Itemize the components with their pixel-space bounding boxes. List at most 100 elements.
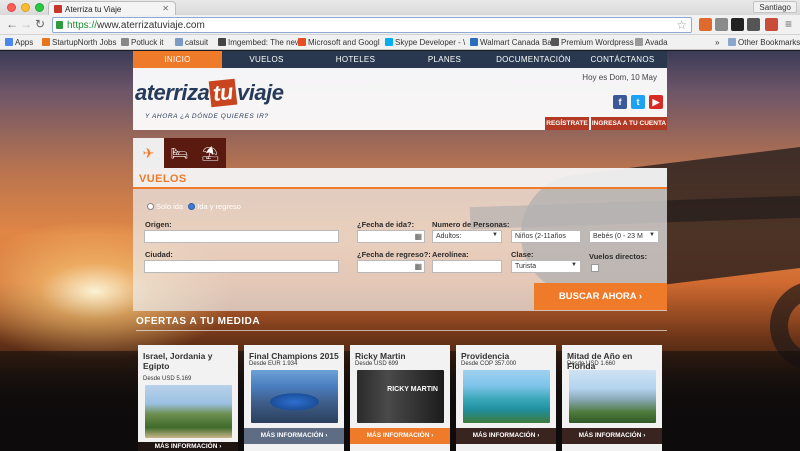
- logo-tu: tu: [208, 78, 238, 108]
- extension-icon[interactable]: [765, 18, 778, 31]
- trip-type: Solo ida Ida y regreso: [147, 202, 241, 211]
- city-input[interactable]: [144, 260, 339, 273]
- browser-tab[interactable]: Aterriza tu Viaje ✕: [48, 1, 176, 15]
- extension-icon[interactable]: [699, 18, 712, 31]
- offer-card[interactable]: Final Champions 2015 Desde EUR 1.934 MÁS…: [244, 345, 344, 451]
- bookmark-item[interactable]: Apps: [5, 38, 33, 47]
- bookmark-icon: [635, 38, 643, 46]
- bookmark-item[interactable]: catsuit: [175, 38, 208, 47]
- beach-umbrella-icon[interactable]: ⛱: [195, 138, 226, 168]
- reload-icon[interactable]: ↻: [35, 18, 45, 30]
- offer-price: Desde USD 1.660: [567, 361, 616, 367]
- bookmark-item[interactable]: Microsoft and Googl: [298, 38, 380, 47]
- bookmark-label: StartupNorth Jobs: [52, 38, 117, 47]
- adults-select[interactable]: Adultos: ▼: [432, 230, 502, 243]
- favicon-icon: [54, 5, 62, 13]
- bookmark-label: Apps: [15, 38, 34, 47]
- address-bar-row: ← → ↻ https://www.aterrizatuviaje.com ☆ …: [0, 15, 800, 35]
- zoom-window-button[interactable]: [35, 3, 44, 12]
- bookmark-label: Walmart Canada Ba: [480, 38, 552, 47]
- bookmark-item[interactable]: StartupNorth Jobs: [42, 38, 116, 47]
- web-page: INICIO VUELOS HOTELES PLANES DOCUMENTACI…: [0, 51, 800, 451]
- profile-button[interactable]: Santiago: [753, 1, 797, 13]
- search-header: VUELOS: [133, 168, 667, 189]
- depart-date-label: ¿Fecha de ida?:: [357, 220, 415, 229]
- offer-image: [463, 370, 550, 423]
- offers-title: OFERTAS A TU MEDIDA: [136, 316, 261, 327]
- search-now-button[interactable]: BUSCAR AHORA ›: [534, 283, 667, 310]
- facebook-icon[interactable]: f: [613, 95, 627, 109]
- bookmark-item[interactable]: Potluck it: [121, 38, 163, 47]
- bookmark-item[interactable]: Premium Wordpress: [551, 38, 634, 47]
- children-select[interactable]: Niños (2-11años: [511, 230, 581, 243]
- radio-one-way[interactable]: [147, 203, 154, 210]
- class-select[interactable]: Turista ▼: [511, 260, 581, 273]
- round-trip-label: Ida y regreso: [197, 202, 241, 211]
- offer-card[interactable]: Providencia Desde COP 357.000 MÁS INFORM…: [456, 345, 556, 451]
- nav-item-inicio[interactable]: INICIO: [133, 51, 222, 68]
- airline-input[interactable]: [432, 260, 502, 273]
- bookmark-star-icon[interactable]: ☆: [676, 18, 687, 32]
- offer-image: RICKY MARTIN: [357, 370, 444, 423]
- more-info-button[interactable]: MÁS INFORMACIÓN ›: [456, 428, 556, 444]
- nav-item-planes[interactable]: PLANES: [400, 51, 489, 68]
- tab-close-icon[interactable]: ✕: [162, 4, 169, 13]
- bookmark-item[interactable]: Avada: [635, 38, 668, 47]
- bookmark-label: Imgembed: The new: [228, 38, 301, 47]
- youtube-icon[interactable]: ▶: [649, 95, 663, 109]
- url-input[interactable]: https://www.aterrizatuviaje.com ☆: [52, 17, 692, 33]
- calendar-icon[interactable]: ▦: [414, 262, 422, 271]
- tagline: Y AHORA ¿A DÓNDE QUIERES IR?: [145, 113, 269, 120]
- bookmarks-overflow-icon[interactable]: »: [715, 38, 719, 47]
- bookmark-item[interactable]: Skype Developer - \: [385, 38, 465, 47]
- bed-icon[interactable]: 🛏: [164, 138, 195, 168]
- nav-item-vuelos[interactable]: VUELOS: [222, 51, 311, 68]
- radio-round-trip[interactable]: [188, 203, 196, 210]
- back-arrow-icon[interactable]: ←: [6, 18, 18, 30]
- offer-card[interactable]: Israel, Jordania y Egipto Desde USD 5.16…: [138, 345, 238, 451]
- bookmark-label: catsuit: [185, 38, 209, 47]
- bookmark-item[interactable]: Walmart Canada Ba: [470, 38, 552, 47]
- image-caption: RICKY MARTIN: [387, 386, 438, 393]
- nav-item-hoteles[interactable]: HOTELES: [311, 51, 400, 68]
- other-bookmarks[interactable]: Other Bookmarks: [728, 38, 800, 47]
- tab-title: Aterriza tu Viaje: [65, 5, 122, 14]
- more-info-button[interactable]: MÁS INFORMACIÓN ›: [244, 428, 344, 444]
- close-window-button[interactable]: [7, 3, 16, 12]
- more-info-button[interactable]: MÁS INFORMACIÓN ›: [350, 428, 450, 444]
- twitter-icon[interactable]: t: [631, 95, 645, 109]
- nav-item-documentacion[interactable]: DOCUMENTACIÓN: [489, 51, 578, 68]
- direct-flights-checkbox[interactable]: [591, 264, 599, 272]
- extension-icon[interactable]: [715, 18, 728, 31]
- url-host: www.aterrizatuviaje.com: [97, 20, 205, 31]
- service-tabs: ✈ 🛏 ⛱: [133, 138, 226, 168]
- nav-item-contactanos[interactable]: CONTÁCTANOS: [578, 51, 667, 68]
- bookmarks-bar: Apps StartupNorth Jobs Potluck it catsui…: [0, 35, 800, 50]
- site-logo[interactable]: aterriza tu viaje: [135, 78, 284, 108]
- forward-arrow-icon[interactable]: →: [20, 18, 32, 30]
- return-date-input[interactable]: ▦: [357, 260, 425, 273]
- origin-input[interactable]: [144, 230, 339, 243]
- folder-icon: [728, 38, 736, 46]
- extension-icon[interactable]: [731, 18, 744, 31]
- calendar-icon[interactable]: ▦: [414, 232, 422, 241]
- bookmark-icon: [5, 38, 13, 46]
- bookmark-label: Microsoft and Googl: [308, 38, 380, 47]
- minimize-window-button[interactable]: [21, 3, 30, 12]
- bookmark-icon: [121, 38, 129, 46]
- depart-date-input[interactable]: ▦: [357, 230, 425, 243]
- offer-card[interactable]: Ricky Martin Desde USD 699 RICKY MARTIN …: [350, 345, 450, 451]
- babies-select[interactable]: Bebés (0 - 23 M ▼: [589, 230, 659, 243]
- airplane-icon[interactable]: ✈: [133, 138, 164, 168]
- register-button[interactable]: REGÍSTRATE: [545, 117, 589, 130]
- more-info-button[interactable]: MÁS INFORMACIÓN ›: [562, 428, 662, 444]
- more-info-button[interactable]: MÁS INFORMACIÓN ›: [138, 442, 238, 451]
- chevron-down-icon: ▼: [571, 262, 577, 268]
- extension-icon[interactable]: [747, 18, 760, 31]
- lock-icon: [56, 21, 63, 29]
- login-button[interactable]: INGRESA A TU CUENTA: [591, 117, 667, 130]
- offer-card[interactable]: Mitad de Año en Florida Desde USD 1.660 …: [562, 345, 662, 451]
- bookmark-icon: [42, 38, 50, 46]
- bookmark-item[interactable]: Imgembed: The new: [218, 38, 301, 47]
- menu-icon[interactable]: ≡: [785, 18, 792, 30]
